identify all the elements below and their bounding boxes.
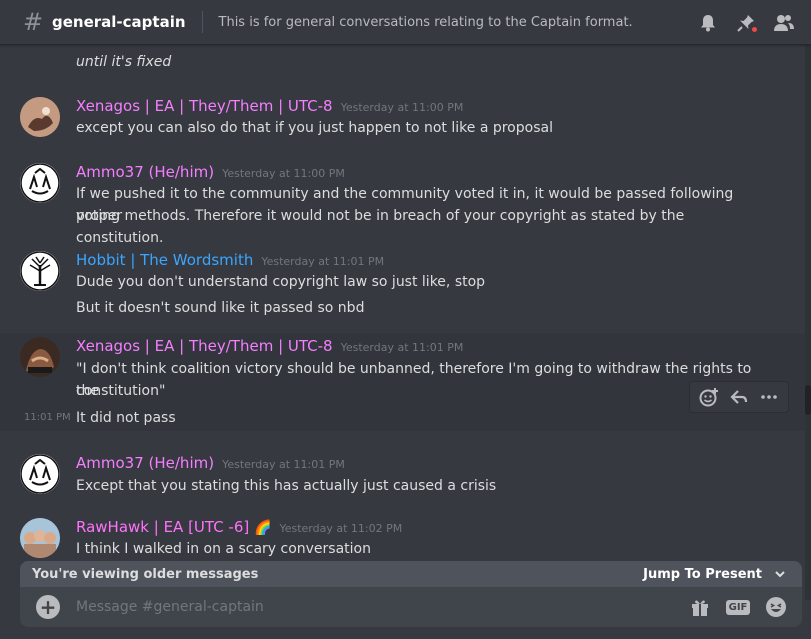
older-messages-bar: You're viewing older messages Jump To Pr…	[20, 561, 802, 587]
plus-icon[interactable]: +	[36, 595, 60, 619]
message-input[interactable]: Message #general-captain	[76, 599, 688, 615]
pin-icon[interactable]	[735, 12, 759, 34]
message-text: It did not pass	[76, 410, 176, 426]
reply-icon[interactable]	[726, 384, 752, 410]
avatar[interactable]	[20, 251, 60, 291]
message-list[interactable]: until it's fixed Xenagos | EA | They/The…	[0, 45, 805, 600]
message-continuation: until it's fixed	[0, 45, 805, 75]
members-icon[interactable]	[773, 12, 795, 34]
gif-icon[interactable]: GIF	[725, 595, 751, 619]
jump-to-present-button[interactable]: Jump To Present	[643, 566, 788, 582]
message-text: But it doesn't sound like it passed so n…	[76, 300, 365, 316]
message: Hobbit | The Wordsmith Yesterday at 11:01…	[0, 247, 805, 323]
chevron-down-icon	[775, 571, 785, 578]
avatar[interactable]	[20, 518, 60, 558]
channel-header: # general-captain This is for general co…	[0, 0, 811, 45]
bottom-spacer	[0, 627, 811, 639]
author-name[interactable]: Ammo37 (He/him)	[76, 163, 214, 181]
hash-icon: #	[22, 8, 44, 36]
message-text: except you can also do that if you just …	[76, 120, 553, 136]
message-text: voting methods. Therefore it would not b…	[76, 208, 685, 246]
message-hovered: Xenagos | EA | They/Them | UTC-8 Yesterda…	[0, 333, 805, 431]
message-composer: + Message #general-captain GIF	[20, 587, 802, 627]
message-author[interactable]: RawHawk | EA [UTC -6] 🌈 Yesterday at 11:0…	[76, 517, 402, 539]
message-text: Except that you stating this has actuall…	[76, 478, 497, 494]
message-author[interactable]: Xenagos | EA | They/Them | UTC-8 Yesterda…	[76, 336, 463, 358]
message-author[interactable]: Ammo37 (He/him) Yesterday at 11:01 PM	[76, 453, 345, 475]
message: Ammo37 (He/him) Yesterday at 11:00 PM If …	[0, 159, 805, 246]
emoji-icon[interactable]	[764, 595, 788, 619]
message-text: I think I walked in on a scary conversat…	[76, 541, 371, 557]
message-text: until it's fixed	[76, 54, 172, 70]
header-divider	[201, 11, 203, 33]
gif-label: GIF	[725, 599, 751, 615]
channel-topic[interactable]: This is for general conversations relati…	[219, 15, 633, 30]
rainbow-emoji: 🌈	[254, 520, 272, 536]
avatar[interactable]	[20, 337, 60, 377]
author-name[interactable]: RawHawk | EA [UTC -6]	[76, 518, 249, 536]
bell-icon[interactable]	[697, 12, 719, 34]
author-name[interactable]: Xenagos | EA | They/Them | UTC-8	[76, 337, 333, 355]
avatar[interactable]	[20, 97, 60, 137]
author-name[interactable]: Hobbit | The Wordsmith	[76, 251, 253, 269]
scrollbar-thumb[interactable]	[805, 385, 811, 415]
avatar[interactable]	[20, 454, 60, 494]
jump-to-present-label: Jump To Present	[643, 566, 762, 582]
channel-name[interactable]: general-captain	[52, 13, 186, 31]
author-name[interactable]: Ammo37 (He/him)	[76, 454, 214, 472]
message-actions	[689, 381, 789, 413]
message: RawHawk | EA [UTC -6] 🌈 Yesterday at 11:0…	[0, 514, 805, 564]
add-reaction-icon[interactable]	[696, 384, 722, 410]
message-timestamp: Yesterday at 11:01 PM	[340, 341, 464, 354]
message-hover-timestamp: 11:01 PM	[24, 412, 71, 423]
message-text: Dude you don't understand copyright law …	[76, 274, 486, 290]
message-timestamp: Yesterday at 11:01 PM	[222, 458, 345, 471]
older-messages-text: You're viewing older messages	[32, 566, 259, 582]
message-text: constitution"	[76, 383, 166, 399]
avatar[interactable]	[20, 163, 60, 203]
message: Xenagos | EA | They/Them | UTC-8 Yesterda…	[0, 93, 805, 143]
message-timestamp: Yesterday at 11:02 PM	[279, 522, 403, 535]
more-icon[interactable]	[756, 384, 782, 410]
message-timestamp: Yesterday at 11:00 PM	[340, 101, 464, 114]
message-author[interactable]: Ammo37 (He/him) Yesterday at 11:00 PM	[76, 162, 345, 184]
scrollbar-track[interactable]	[805, 45, 811, 600]
gift-icon[interactable]	[688, 595, 712, 619]
message-author[interactable]: Hobbit | The Wordsmith Yesterday at 11:01…	[76, 250, 384, 272]
header-toolbar	[697, 0, 811, 45]
message: Ammo37 (He/him) Yesterday at 11:01 PM Exc…	[0, 450, 805, 500]
message-timestamp: Yesterday at 11:01 PM	[261, 255, 385, 268]
message-author[interactable]: Xenagos | EA | They/Them | UTC-8 Yesterda…	[76, 96, 463, 118]
message-timestamp: Yesterday at 11:00 PM	[222, 167, 345, 180]
author-name[interactable]: Xenagos | EA | They/Them | UTC-8	[76, 97, 333, 115]
unread-dot	[750, 24, 759, 34]
